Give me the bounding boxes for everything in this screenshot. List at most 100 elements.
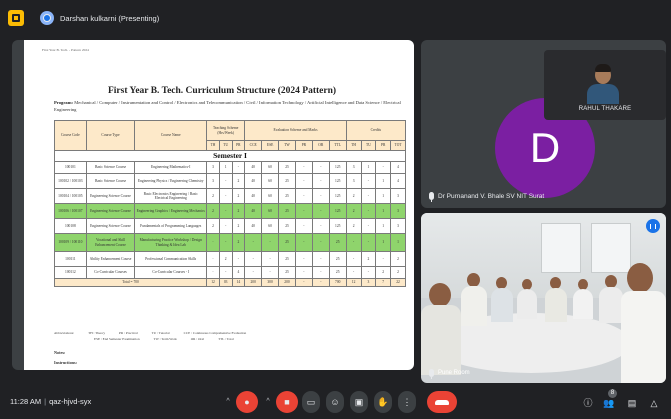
program-label: Program: bbox=[54, 100, 74, 105]
sub-header-credits: TH bbox=[345, 140, 362, 151]
cell-th: - bbox=[206, 233, 220, 252]
cell-or: - bbox=[311, 161, 330, 174]
cell-epr: - bbox=[294, 251, 313, 267]
table-row: 100111 Ability Enhancement Course Professi… bbox=[54, 251, 406, 267]
sub-header-credits: TU bbox=[360, 140, 377, 151]
cell-cth: - bbox=[345, 251, 362, 267]
cell-epr: - bbox=[294, 188, 313, 204]
captions-button[interactable]: ▭ bbox=[302, 391, 320, 413]
cell-cpr: - bbox=[375, 161, 392, 174]
raise-hand-button[interactable]: ✋ bbox=[374, 391, 392, 413]
people-icon[interactable]: 👥 bbox=[603, 397, 615, 409]
cell-ese: 60 bbox=[261, 218, 280, 234]
emoji-icon: ☺ bbox=[330, 396, 340, 407]
activities-icon[interactable]: △ bbox=[648, 397, 660, 409]
cell-cpr: 1 bbox=[375, 233, 392, 252]
camera-toggle-button[interactable]: ■ bbox=[276, 391, 298, 413]
cell-ese: - bbox=[261, 251, 280, 267]
col-teaching-scheme: Teaching Scheme (Hrs/Week) bbox=[206, 120, 246, 141]
cell-tw: 25 bbox=[278, 173, 296, 189]
table-row: 100108 Engineering Science Course Fundamen… bbox=[54, 218, 406, 234]
present-button[interactable]: ▣ bbox=[350, 391, 368, 413]
cell-pr: 4 bbox=[231, 266, 246, 279]
cell-ctot: 3 bbox=[390, 203, 406, 219]
total-th: 12 bbox=[206, 278, 220, 287]
abbreviation-item: ESE : End Semester Examination bbox=[94, 337, 140, 341]
camera-off-icon: ■ bbox=[284, 396, 290, 407]
cell-tw: 25 bbox=[278, 266, 296, 279]
cell-cth: 2 bbox=[345, 203, 362, 219]
end-call-icon bbox=[435, 399, 449, 405]
cell-cth: 2 bbox=[345, 188, 362, 204]
cell-pr: - bbox=[231, 161, 246, 174]
abbreviations-row: ESE : End Semester Examination TW : Term … bbox=[54, 336, 406, 342]
meeting-details-icon[interactable]: ⓘ bbox=[582, 397, 594, 409]
cell-ctu: - bbox=[360, 233, 377, 252]
cell-cth: 3 bbox=[345, 161, 362, 174]
mic-options-chevron-icon[interactable]: ^ bbox=[222, 395, 234, 409]
col-evaluation-scheme: Evaluation Scheme and Marks bbox=[244, 120, 347, 141]
cell-cpr: 2 bbox=[375, 266, 392, 279]
app-icon[interactable] bbox=[8, 10, 24, 26]
table-row: 100102 / 100103 Basic Science Course Engin… bbox=[54, 173, 406, 189]
participant-name: Dr Purnanand V. Bhale SV NIT Surat bbox=[438, 192, 545, 200]
sub-header-credits: TOT bbox=[390, 140, 406, 151]
cell-ctu: - bbox=[360, 173, 377, 189]
cell-epr: - bbox=[294, 266, 313, 279]
total-or: - bbox=[311, 278, 330, 287]
person bbox=[573, 279, 593, 325]
cell-th: - bbox=[206, 251, 220, 267]
cell-ese: 60 bbox=[261, 203, 280, 219]
cell-tu: - bbox=[218, 266, 233, 279]
cell-tw: 25 bbox=[278, 251, 296, 267]
meet-window: Darshan kulkarni (Presenting) First Year… bbox=[0, 0, 671, 419]
cell-ctot: 3 bbox=[390, 188, 406, 204]
cell-type: Engineering Science Course bbox=[85, 218, 136, 234]
table-row: 100101 Basic Science Course Engineering Ma… bbox=[54, 161, 406, 174]
cell-ese: 60 bbox=[261, 161, 280, 174]
abbreviations-label: Abbreviations: bbox=[54, 331, 75, 335]
cell-th: 2 bbox=[206, 218, 220, 234]
clock-time: 11:28 AM bbox=[10, 397, 42, 406]
mic-off-icon: ● bbox=[244, 396, 250, 407]
camera-options-chevron-icon[interactable]: ^ bbox=[262, 395, 274, 409]
cell-cth: 3 bbox=[345, 173, 362, 189]
more-vert-icon: ⋮ bbox=[402, 396, 412, 407]
total-cpr: 7 bbox=[375, 278, 392, 287]
cell-cth: 2 bbox=[345, 218, 362, 234]
cell-type: Basic Science Course bbox=[85, 161, 136, 174]
more-options-button[interactable]: ⋮ bbox=[398, 391, 416, 413]
self-view-tile[interactable]: RAHUL THAKARE bbox=[544, 50, 666, 120]
cell-type: Basic Science Course bbox=[85, 173, 136, 189]
mic-toggle-button[interactable]: ● bbox=[236, 391, 258, 413]
total-tw: 200 bbox=[278, 278, 296, 287]
cell-or: - bbox=[311, 233, 330, 252]
cell-cce: 40 bbox=[244, 161, 263, 174]
chat-icon[interactable]: ▤ bbox=[626, 397, 638, 409]
cell-tw: 25 bbox=[278, 161, 296, 174]
cell-ese: 60 bbox=[261, 173, 280, 189]
cell-ese: - bbox=[261, 233, 280, 252]
instructions-label: Instructions: bbox=[54, 360, 78, 365]
sub-header-evaluation: ESE bbox=[261, 140, 280, 151]
room-video-tile[interactable]: Pune Room bbox=[421, 213, 666, 383]
hand-icon: ✋ bbox=[377, 396, 389, 407]
cell-code: 100111 bbox=[54, 251, 87, 267]
abbreviation-item: OR : Oral bbox=[190, 337, 205, 341]
leave-call-button[interactable] bbox=[427, 391, 457, 413]
program-list: Mechanical / Computer / Instrumentation … bbox=[54, 100, 401, 112]
cell-epr: - bbox=[294, 161, 313, 174]
notes-label: Notes: bbox=[54, 350, 66, 355]
cell-ctot: 4 bbox=[390, 161, 406, 174]
cell-th: 2 bbox=[206, 188, 220, 204]
cell-name: Professional Communication Skills bbox=[134, 251, 208, 267]
presentation-tile[interactable]: First Year B. Tech. - Pattern 2024 First… bbox=[12, 40, 414, 370]
cell-tw: 25 bbox=[278, 188, 296, 204]
cell-code: 100109 / 100110 bbox=[54, 233, 87, 252]
reactions-button[interactable]: ☺ bbox=[326, 391, 344, 413]
participant-name-tag: Dr Purnanand V. Bhale SV NIT Surat bbox=[429, 192, 545, 202]
cell-pr: - bbox=[231, 251, 246, 267]
total-ese: 300 bbox=[261, 278, 280, 287]
cell-cce: - bbox=[244, 233, 263, 252]
cell-ttl: 25 bbox=[328, 266, 347, 279]
